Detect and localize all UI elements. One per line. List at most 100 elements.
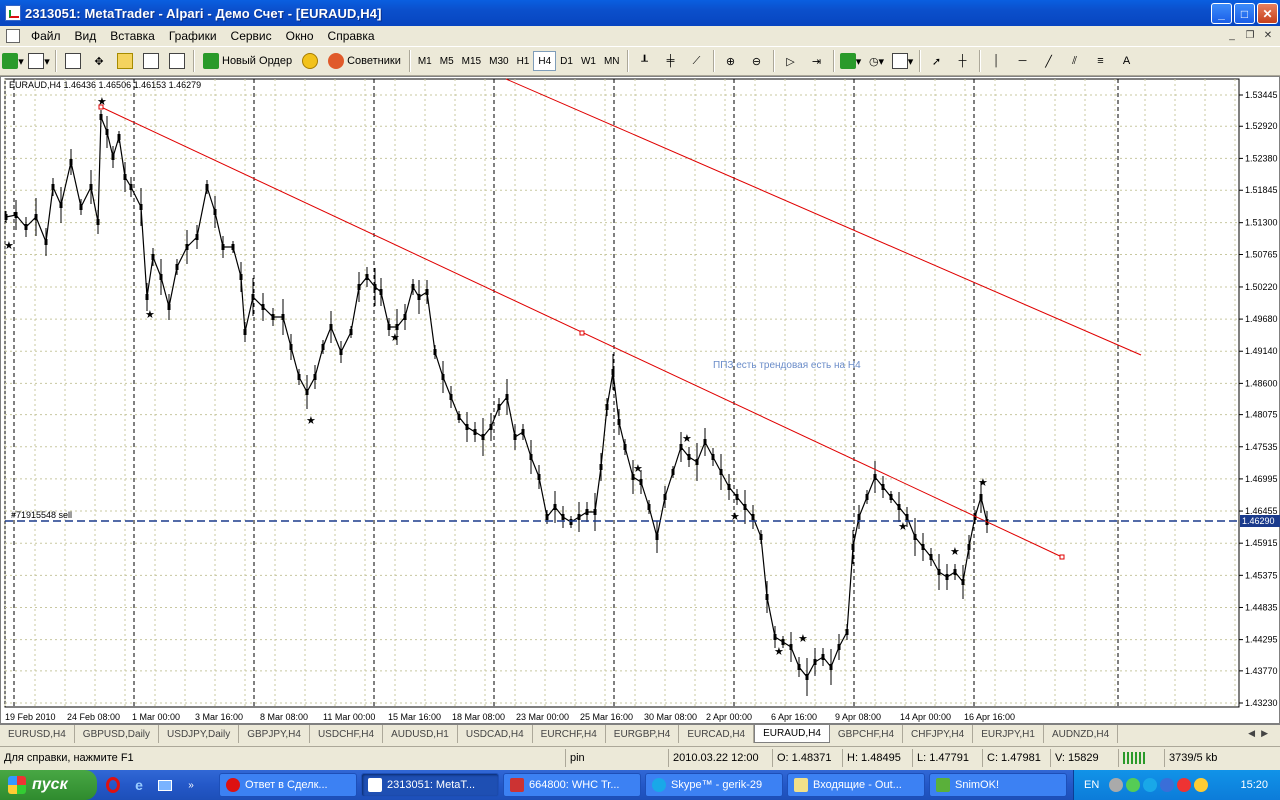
- candle-body: [505, 394, 509, 400]
- quicklaunch-desktop[interactable]: [155, 775, 175, 795]
- tray-network-icon[interactable]: [1194, 778, 1209, 792]
- menu-tools[interactable]: Сервис: [224, 29, 279, 43]
- quicklaunch-opera[interactable]: [103, 775, 123, 795]
- menu-help[interactable]: Справка: [321, 29, 382, 43]
- outlook-icon: [794, 778, 808, 792]
- price-chart[interactable]: 1.53445 1.52920 1.52380 1.51845 1.51300 1.507…: [1, 77, 1280, 725]
- bar-chart-button[interactable]: ┸: [634, 50, 656, 72]
- tab-usdjpy-daily[interactable]: USDJPY,Daily: [159, 725, 240, 743]
- market-watch-button[interactable]: [62, 50, 84, 72]
- tab-gbpusd-daily[interactable]: GBPUSD,Daily: [75, 725, 160, 743]
- tab-audnzd-h4[interactable]: AUDNZD,H4: [1044, 725, 1119, 743]
- new-order-button[interactable]: Новый Ордер: [200, 50, 295, 72]
- menu-window[interactable]: Окно: [279, 29, 321, 43]
- task-opera[interactable]: Ответ в Сделк...: [219, 773, 357, 797]
- tab-eurjpy-h1[interactable]: EURJPY,H1: [973, 725, 1044, 743]
- timeframe-d1[interactable]: D1: [556, 51, 577, 71]
- tray-check-icon[interactable]: [1126, 778, 1141, 792]
- tray-antivirus-icon[interactable]: [1177, 778, 1192, 792]
- mdi-close-icon[interactable]: ✕: [1260, 28, 1276, 42]
- fractal-star-icon: ★: [4, 240, 14, 252]
- quicklaunch-more[interactable]: »: [181, 775, 201, 795]
- timeframe-m1[interactable]: M1: [414, 51, 436, 71]
- equidistant-channel-button[interactable]: ⫽: [1064, 50, 1086, 72]
- status-bar: Для справки, нажмите F1 pin 2010.03.22 1…: [0, 746, 1280, 768]
- zoom-out-button[interactable]: ⊖: [746, 50, 768, 72]
- tab-eurgbp-h4[interactable]: EURGBP,H4: [606, 725, 680, 743]
- tab-euraud-h4[interactable]: EURAUD,H4: [754, 725, 830, 743]
- task-whc[interactable]: 664800: WHC Tr...: [503, 773, 641, 797]
- language-indicator[interactable]: EN: [1074, 779, 1109, 791]
- candle-body: [395, 324, 399, 330]
- start-button[interactable]: пуск: [0, 770, 97, 800]
- mdi-minimize-icon[interactable]: _: [1224, 28, 1240, 42]
- mdi-restore-icon[interactable]: ❐: [1242, 28, 1258, 42]
- new-chart-button[interactable]: ▾: [2, 50, 24, 72]
- metaeditor-button[interactable]: [299, 50, 321, 72]
- timeframe-h4[interactable]: H4: [533, 51, 557, 71]
- periods-button[interactable]: ◷ ▾: [866, 50, 888, 72]
- close-button[interactable]: ✕: [1257, 3, 1278, 24]
- vertical-line-button[interactable]: │: [986, 50, 1008, 72]
- menu-view[interactable]: Вид: [68, 29, 104, 43]
- chart-window[interactable]: 1.53445 1.52920 1.52380 1.51845 1.51300 1.507…: [0, 76, 1280, 724]
- quicklaunch-ie[interactable]: e: [129, 775, 149, 795]
- menu-charts[interactable]: Графики: [162, 29, 224, 43]
- menu-insert[interactable]: Вставка: [103, 29, 162, 43]
- chart-window-icon[interactable]: [6, 29, 20, 43]
- auto-scroll-button[interactable]: ▷: [780, 50, 802, 72]
- task-metatrader[interactable]: 2313051: MetaT...: [361, 773, 499, 797]
- navigator-button[interactable]: [114, 50, 136, 72]
- crosshair-button[interactable]: ┼: [952, 50, 974, 72]
- tab-chfjpy-h4[interactable]: CHFJPY,H4: [903, 725, 974, 743]
- timeframe-m30[interactable]: M30: [485, 51, 512, 71]
- tray-skype-icon[interactable]: [1143, 778, 1158, 792]
- candle-body: [44, 239, 48, 245]
- chart-shift-button[interactable]: ⇥: [806, 50, 828, 72]
- fibonacci-button[interactable]: ≡: [1090, 50, 1112, 72]
- title-bar[interactable]: 2313051: MetaTrader - Alpari - Демо Счет…: [0, 0, 1280, 26]
- bluetooth-icon[interactable]: [1160, 778, 1175, 792]
- date-label: 30 Mar 08:00: [644, 712, 697, 722]
- tab-eurchf-h4[interactable]: EURCHF,H4: [533, 725, 606, 743]
- maximize-button[interactable]: □: [1234, 3, 1255, 24]
- indicators-button[interactable]: ▾: [839, 50, 862, 72]
- candlestick-button[interactable]: ╪: [660, 50, 682, 72]
- line-chart-button[interactable]: ⟋: [686, 50, 708, 72]
- tab-usdchf-h4[interactable]: USDCHF,H4: [310, 725, 384, 743]
- tab-eurcad-h4[interactable]: EURCAD,H4: [679, 725, 755, 743]
- expert-advisors-button[interactable]: Советники: [325, 50, 404, 72]
- horizontal-line-button[interactable]: ─: [1012, 50, 1034, 72]
- tab-usdcad-h4[interactable]: USDCAD,H4: [458, 725, 533, 743]
- trendline-button[interactable]: ╱: [1038, 50, 1060, 72]
- price-label: 1.48600: [1245, 378, 1278, 388]
- profiles-button[interactable]: ▾: [28, 50, 50, 72]
- zoom-in-button[interactable]: ⊕: [720, 50, 742, 72]
- tab-gbpjpy-h4[interactable]: GBPJPY,H4: [239, 725, 310, 743]
- timeframe-m5[interactable]: M5: [436, 51, 458, 71]
- task-outlook[interactable]: Входящие - Out...: [787, 773, 925, 797]
- tab-gbpchf-h4[interactable]: GBPCHF,H4: [830, 725, 904, 743]
- text-button[interactable]: A: [1116, 50, 1138, 72]
- task-skype[interactable]: Skype™ - gerik-29: [645, 773, 783, 797]
- timeframe-w1[interactable]: W1: [577, 51, 600, 71]
- tab-audusd-h1[interactable]: AUDUSD,H1: [383, 725, 458, 743]
- timeframe-h1[interactable]: H1: [513, 51, 534, 71]
- tab-eurusd-h4[interactable]: EURUSD,H4: [0, 725, 75, 743]
- data-window-button[interactable]: ✥: [88, 50, 110, 72]
- minimize-button[interactable]: _: [1211, 3, 1232, 24]
- candle-body: [569, 519, 573, 525]
- task-snimok[interactable]: SnimOK!: [929, 773, 1067, 797]
- strategy-tester-button[interactable]: [166, 50, 188, 72]
- candle-body: [145, 294, 149, 300]
- templates-button[interactable]: ▾: [891, 50, 914, 72]
- menu-file[interactable]: Файл: [24, 29, 68, 43]
- timeframe-m15[interactable]: M15: [458, 51, 485, 71]
- tab-scroll-arrows[interactable]: ◀▶: [1248, 728, 1274, 739]
- terminal-button[interactable]: [140, 50, 162, 72]
- cursor-button[interactable]: ➚: [926, 50, 948, 72]
- tray-arrow-icon[interactable]: [1109, 778, 1124, 792]
- zoom-in-icon: ⊕: [725, 55, 736, 68]
- timeframe-mn[interactable]: MN: [600, 51, 624, 71]
- candle-body: [961, 579, 965, 585]
